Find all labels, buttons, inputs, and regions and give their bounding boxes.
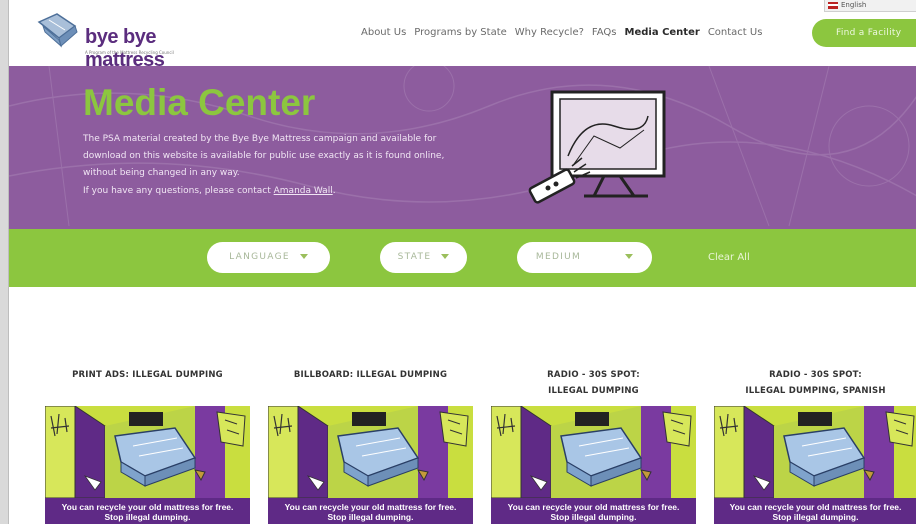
dumped-mattress-illustration-icon (268, 406, 473, 498)
us-flag-icon (828, 2, 838, 9)
state-filter-label: STATE (397, 252, 432, 262)
contact-link-amanda-wall[interactable]: Amanda Wall (274, 186, 333, 196)
hero-banner: Media Center The PSA material created by… (9, 66, 916, 229)
nav-about-us[interactable]: About Us (361, 27, 406, 38)
caption-line-2: Stop illegal dumping. (772, 512, 859, 522)
nav-why-recycle[interactable]: Why Recycle? (515, 27, 584, 38)
nav-media-center[interactable]: Media Center (625, 27, 700, 38)
medium-filter-label: MEDIUM (535, 252, 582, 262)
language-filter-dropdown[interactable]: LANGUAGE (207, 242, 330, 273)
contact-prefix: If you have any questions, please contac… (83, 186, 274, 196)
logo-tagline: A Program of the Mattress Recycling Coun… (85, 50, 174, 55)
chevron-down-icon (625, 254, 634, 259)
browser-page: bye bye mattress A Program of the Mattre… (8, 0, 916, 524)
find-facility-button[interactable]: Find a Facility (812, 19, 916, 47)
page-title: Media Center (83, 82, 316, 123)
card-title-line-2: ILLEGAL DUMPING, SPANISH (745, 386, 886, 396)
clear-all-button[interactable]: Clear All (708, 252, 750, 263)
site-logo[interactable]: bye bye mattress A Program of the Mattre… (35, 12, 215, 71)
language-filter-label: LANGUAGE (229, 252, 290, 262)
language-selector[interactable]: English (824, 0, 916, 12)
caption-line-1: You can recycle your old mattress for fr… (61, 502, 234, 512)
mattress-logo-icon (37, 13, 78, 48)
card-caption: You can recycle your old mattress for fr… (45, 498, 250, 524)
card-title-line-2: ILLEGAL DUMPING (548, 386, 639, 396)
card-title-line-1: RADIO - 30S SPOT: (547, 370, 640, 380)
caption-line-1: You can recycle your old mattress for fr… (284, 502, 457, 512)
nav-contact-us[interactable]: Contact Us (708, 27, 763, 38)
medium-filter-dropdown[interactable]: MEDIUM (517, 242, 652, 273)
card-thumbnail[interactable]: You can recycle your old mattress for fr… (45, 406, 250, 524)
card-thumbnail[interactable]: You can recycle your old mattress for fr… (714, 406, 916, 524)
card-caption: You can recycle your old mattress for fr… (714, 498, 916, 524)
nav-faqs[interactable]: FAQs (592, 27, 617, 38)
hero-description: The PSA material created by the Bye Bye … (83, 134, 445, 178)
caption-line-1: You can recycle your old mattress for fr… (729, 502, 902, 512)
dumped-mattress-illustration-icon (491, 406, 696, 498)
card-thumbnail[interactable]: You can recycle your old mattress for fr… (268, 406, 473, 524)
card-title[interactable]: PRINT ADS: ILLEGAL DUMPING (45, 367, 250, 383)
caption-line-2: Stop illegal dumping. (550, 512, 637, 522)
card-caption: You can recycle your old mattress for fr… (491, 498, 696, 524)
card-title[interactable]: RADIO - 30S SPOT: ILLEGAL DUMPING (491, 367, 696, 399)
caption-line-1: You can recycle your old mattress for fr… (507, 502, 680, 512)
hero-contact-line: If you have any questions, please contac… (83, 186, 336, 196)
tv-illustration-icon (528, 90, 666, 204)
card-caption: You can recycle your old mattress for fr… (268, 498, 473, 524)
dumped-mattress-illustration-icon (714, 406, 916, 498)
site-header: bye bye mattress A Program of the Mattre… (9, 0, 916, 71)
card-title[interactable]: BILLBOARD: ILLEGAL DUMPING (268, 367, 473, 383)
chevron-down-icon (299, 254, 308, 259)
card-title-line-1: BILLBOARD: ILLEGAL DUMPING (293, 370, 448, 380)
caption-line-2: Stop illegal dumping. (327, 512, 414, 522)
card-title-line-1: PRINT ADS: ILLEGAL DUMPING (72, 370, 223, 380)
card-thumbnail[interactable]: You can recycle your old mattress for fr… (491, 406, 696, 524)
contact-suffix: . (332, 186, 336, 196)
card-title[interactable]: RADIO - 30S SPOT: ILLEGAL DUMPING, SPANI… (714, 367, 916, 399)
chevron-down-icon (441, 254, 450, 259)
dumped-mattress-illustration-icon (45, 406, 250, 498)
state-filter-dropdown[interactable]: STATE (380, 242, 467, 273)
card-title-line-1: RADIO - 30S SPOT: (769, 370, 862, 380)
nav-programs-by-state[interactable]: Programs by State (414, 27, 507, 38)
filter-bar: LANGUAGE STATE MEDIUM Clear All (9, 229, 916, 287)
main-nav: About Us Programs by State Why Recycle? … (361, 27, 762, 38)
language-selector-label: English (841, 1, 867, 9)
caption-line-2: Stop illegal dumping. (104, 512, 191, 522)
